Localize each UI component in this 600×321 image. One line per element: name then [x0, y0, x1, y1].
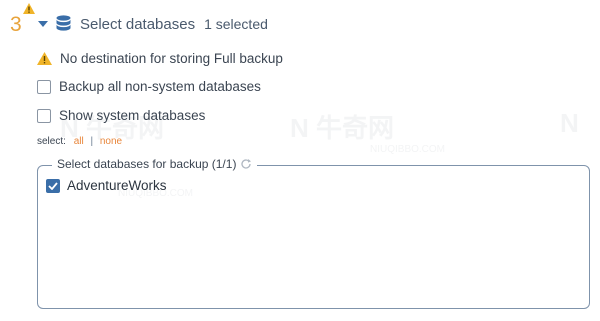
step-subtitle: 1 selected	[204, 16, 268, 32]
step-header[interactable]: 3 Select databases 1 selected	[10, 2, 268, 42]
step-number: 3	[10, 2, 36, 35]
step-title: Select databases	[80, 15, 196, 33]
database-icon	[56, 15, 71, 31]
watermark: N 牛奇网	[290, 113, 395, 143]
watermark-url: NIUQIBBO.COM	[370, 144, 446, 155]
databases-legend: Select databases for backup (1/1)	[52, 157, 258, 171]
backup-all-label[interactable]: Backup all non-system databases	[59, 79, 261, 94]
refresh-icon[interactable]	[240, 158, 252, 170]
show-system-checkbox[interactable]	[37, 108, 51, 123]
database-item-label[interactable]: AdventureWorks	[67, 178, 167, 193]
backup-all-checkbox[interactable]	[37, 79, 51, 94]
select-none-link[interactable]: none	[100, 136, 122, 147]
select-separator: |	[90, 136, 94, 147]
show-system-label[interactable]: Show system databases	[59, 108, 205, 123]
database-item-adventureworks[interactable]: AdventureWorks	[46, 178, 167, 193]
select-links: select: all | none	[37, 136, 122, 147]
watermark: N	[560, 108, 579, 138]
show-system-option[interactable]: Show system databases	[37, 108, 205, 123]
select-prefix: select:	[37, 136, 66, 147]
warning-icon	[37, 52, 52, 65]
check-icon	[48, 181, 58, 190]
warning-badge-icon	[23, 2, 35, 14]
caret-down-icon[interactable]	[38, 20, 48, 28]
backup-all-option[interactable]: Backup all non-system databases	[37, 79, 261, 94]
databases-legend-text: Select databases for backup (1/1)	[57, 157, 237, 171]
warning-text: No destination for storing Full backup	[60, 51, 283, 66]
database-checkbox[interactable]	[46, 178, 60, 193]
databases-list-box: Select databases for backup (1/1) Advent…	[37, 157, 590, 309]
warning-message: No destination for storing Full backup	[37, 51, 283, 66]
select-all-link[interactable]: all	[74, 136, 84, 147]
